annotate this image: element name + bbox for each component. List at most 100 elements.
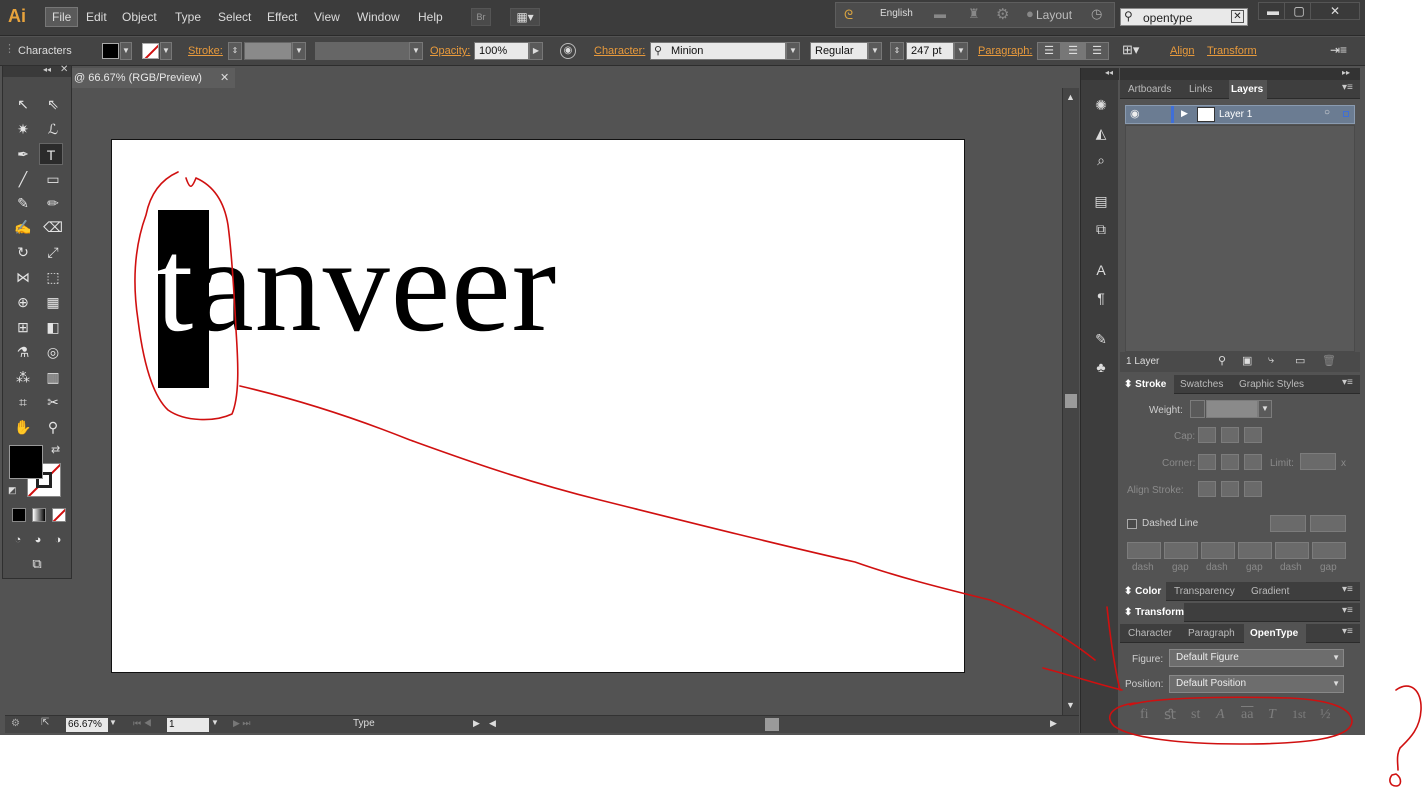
menu-select[interactable]: Select xyxy=(218,10,251,24)
menu-type[interactable]: Type xyxy=(175,10,201,24)
brush-icon[interactable]: ♜ xyxy=(968,6,980,22)
align-dash-corners-icon[interactable] xyxy=(1310,515,1346,532)
selection-indicator[interactable] xyxy=(1343,111,1349,117)
transform-panel-link[interactable]: Transform xyxy=(1207,45,1257,57)
column-graph-tool-icon[interactable]: ▥ xyxy=(41,366,65,388)
brush-library-icon[interactable]: ✎ xyxy=(1091,329,1111,349)
contextual-alternates-icon[interactable]: ﬆ xyxy=(1164,707,1176,724)
stroke-label[interactable]: Stroke: xyxy=(188,45,223,57)
hand-tool-icon[interactable]: ✋ xyxy=(11,416,35,438)
gap-field-3[interactable] xyxy=(1312,542,1346,559)
weight-dropdown[interactable]: ▼ xyxy=(1258,400,1272,418)
dock-header[interactable]: ◂◂ xyxy=(1081,68,1119,80)
color-mode-icon[interactable] xyxy=(12,508,26,522)
character-label[interactable]: Character: xyxy=(594,45,645,57)
tab-swatches[interactable]: Swatches xyxy=(1180,379,1223,390)
discretionary-ligatures-icon[interactable]: st xyxy=(1191,707,1200,723)
eraser-tool-icon[interactable]: ⌫ xyxy=(41,216,65,238)
zoom-field[interactable]: 66.67% xyxy=(66,718,108,732)
font-size-field[interactable]: 247 pt xyxy=(906,42,954,60)
envelope-warp-icon[interactable]: ⊞▾ xyxy=(1122,42,1139,58)
font-size-stepper[interactable]: ⇕ xyxy=(890,42,904,60)
new-layer-icon[interactable]: ▭ xyxy=(1295,354,1305,367)
visibility-eye-icon[interactable]: ◉ xyxy=(1130,107,1140,120)
stroke-weight-stepper[interactable]: ⇕ xyxy=(228,42,242,60)
none-mode-icon[interactable] xyxy=(52,508,66,522)
pencil-tool-icon[interactable]: ✏ xyxy=(41,192,65,214)
align-center-stroke-icon[interactable] xyxy=(1198,481,1216,497)
lasso-tool-icon[interactable]: ℒ xyxy=(41,118,65,140)
draw-normal-icon[interactable]: ◔ xyxy=(9,529,27,551)
menu-window[interactable]: Window xyxy=(357,10,400,24)
titling-alternates-icon[interactable]: T xyxy=(1268,707,1276,723)
standard-ligatures-icon[interactable]: fi xyxy=(1140,707,1149,723)
menu-view[interactable]: View xyxy=(314,10,340,24)
menu-object[interactable]: Object xyxy=(122,10,157,24)
mesh-tool-icon[interactable]: ⊞ xyxy=(11,316,35,338)
status-menu-icon[interactable]: ▶ xyxy=(473,718,480,729)
symbols-panel-icon[interactable]: ◭ xyxy=(1091,123,1111,143)
tab-layers[interactable]: Layers xyxy=(1231,84,1263,95)
stroke-swatch[interactable] xyxy=(142,43,159,59)
fill-color-front[interactable] xyxy=(9,445,43,479)
tab-character[interactable]: Character xyxy=(1128,628,1172,639)
make-clipping-mask-icon[interactable]: ▣ xyxy=(1242,354,1252,367)
menu-help[interactable]: Help xyxy=(418,10,443,24)
draw-inside-icon[interactable]: ◑ xyxy=(49,529,67,551)
tab-artboards[interactable]: Artboards xyxy=(1128,84,1171,95)
sync-icon[interactable]: ᘓ xyxy=(844,7,853,23)
free-transform-tool-icon[interactable]: ⬚ xyxy=(41,266,65,288)
first-artboard-icon[interactable]: ⏮ ◀ xyxy=(133,718,152,729)
preserve-dash-icon[interactable] xyxy=(1270,515,1306,532)
perspective-grid-tool-icon[interactable]: ▦ xyxy=(41,291,65,313)
align-inside-stroke-icon[interactable] xyxy=(1221,481,1239,497)
align-panel-icon[interactable]: ▤ xyxy=(1091,191,1111,211)
collapse-panels-icon[interactable]: ▸▸ xyxy=(1342,68,1350,77)
artboard-tool-icon[interactable]: ⌗ xyxy=(11,391,35,413)
menu-effect[interactable]: Effect xyxy=(267,10,297,24)
eyedropper-tool-icon[interactable]: ⚗ xyxy=(11,341,35,363)
color-menu-icon[interactable]: ▾≡ xyxy=(1342,584,1353,595)
blob-brush-tool-icon[interactable]: ✍ xyxy=(11,216,35,238)
miter-join-icon[interactable] xyxy=(1198,454,1216,470)
profile-dropdown[interactable]: ▼ xyxy=(409,42,423,60)
rotate-tool-icon[interactable]: ↻ xyxy=(11,241,35,263)
last-artboard-icon[interactable]: ▶ ⏭ xyxy=(233,718,251,729)
align-outside-stroke-icon[interactable] xyxy=(1244,481,1262,497)
share-icon[interactable]: ⇱ xyxy=(41,717,49,728)
font-family-dropdown[interactable]: ▼ xyxy=(786,42,800,60)
cloud-icon[interactable]: ▬ xyxy=(934,7,946,21)
scroll-up-icon[interactable]: ▲ xyxy=(1066,92,1075,102)
draw-behind-icon[interactable]: ◕ xyxy=(29,529,47,551)
position-select[interactable]: Default Position ▼ xyxy=(1169,675,1344,693)
artboard-dropdown-icon[interactable]: ▼ xyxy=(211,718,219,727)
symbol-sprayer-tool-icon[interactable]: ⁂ xyxy=(11,366,35,388)
limit-field[interactable] xyxy=(1300,453,1336,470)
align-right-icon[interactable]: ☰ xyxy=(1085,42,1109,60)
horizontal-scroll-thumb[interactable] xyxy=(765,718,779,731)
dash-field-1[interactable] xyxy=(1127,542,1161,559)
paragraph-label[interactable]: Paragraph: xyxy=(978,45,1032,57)
opacity-arrow[interactable]: ▶ xyxy=(529,42,543,60)
scale-tool-icon[interactable]: ⤢ xyxy=(41,241,65,263)
scroll-right-icon[interactable]: ▶ xyxy=(1050,718,1057,729)
fill-dropdown-icon[interactable]: ▼ xyxy=(120,42,132,60)
panels-header[interactable]: ▸▸ xyxy=(1120,68,1360,80)
close-document-icon[interactable]: ✕ xyxy=(220,68,229,88)
layers-menu-icon[interactable]: ▾≡ xyxy=(1342,82,1353,93)
weight-stepper[interactable] xyxy=(1190,400,1205,418)
dashed-line-checkbox[interactable] xyxy=(1127,519,1137,529)
artboard[interactable]: tanveer xyxy=(111,139,965,673)
transform-menu-icon[interactable]: ▾≡ xyxy=(1342,605,1353,616)
tab-paragraph[interactable]: Paragraph xyxy=(1188,628,1235,639)
ordinals-icon[interactable]: 1st xyxy=(1292,707,1306,722)
symbol-library-icon[interactable]: ♣ xyxy=(1091,357,1111,377)
shape-builder-tool-icon[interactable]: ⊕ xyxy=(11,291,35,313)
tab-graphic-styles[interactable]: Graphic Styles xyxy=(1239,379,1304,390)
arrange-documents-icon[interactable]: ▦▾ xyxy=(510,8,540,26)
round-cap-icon[interactable] xyxy=(1221,427,1239,443)
width-tool-icon[interactable]: ⋈ xyxy=(11,266,35,288)
tab-color[interactable]: ⬍ Color xyxy=(1124,586,1161,597)
pen-tool-icon[interactable]: ✒ xyxy=(11,143,35,165)
scroll-left-icon[interactable]: ◀ xyxy=(489,718,496,729)
